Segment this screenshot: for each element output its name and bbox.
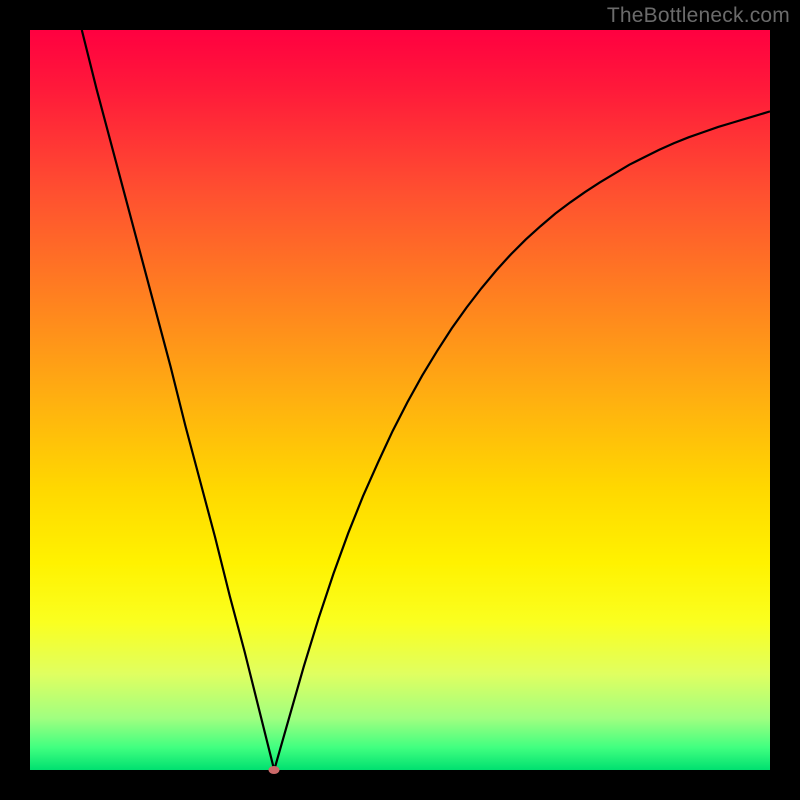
curve-svg — [30, 30, 770, 770]
minimum-marker — [269, 766, 280, 774]
watermark-text: TheBottleneck.com — [607, 4, 790, 28]
bottleneck-curve — [82, 30, 770, 770]
chart-container: TheBottleneck.com — [0, 0, 800, 800]
plot-area — [30, 30, 770, 770]
